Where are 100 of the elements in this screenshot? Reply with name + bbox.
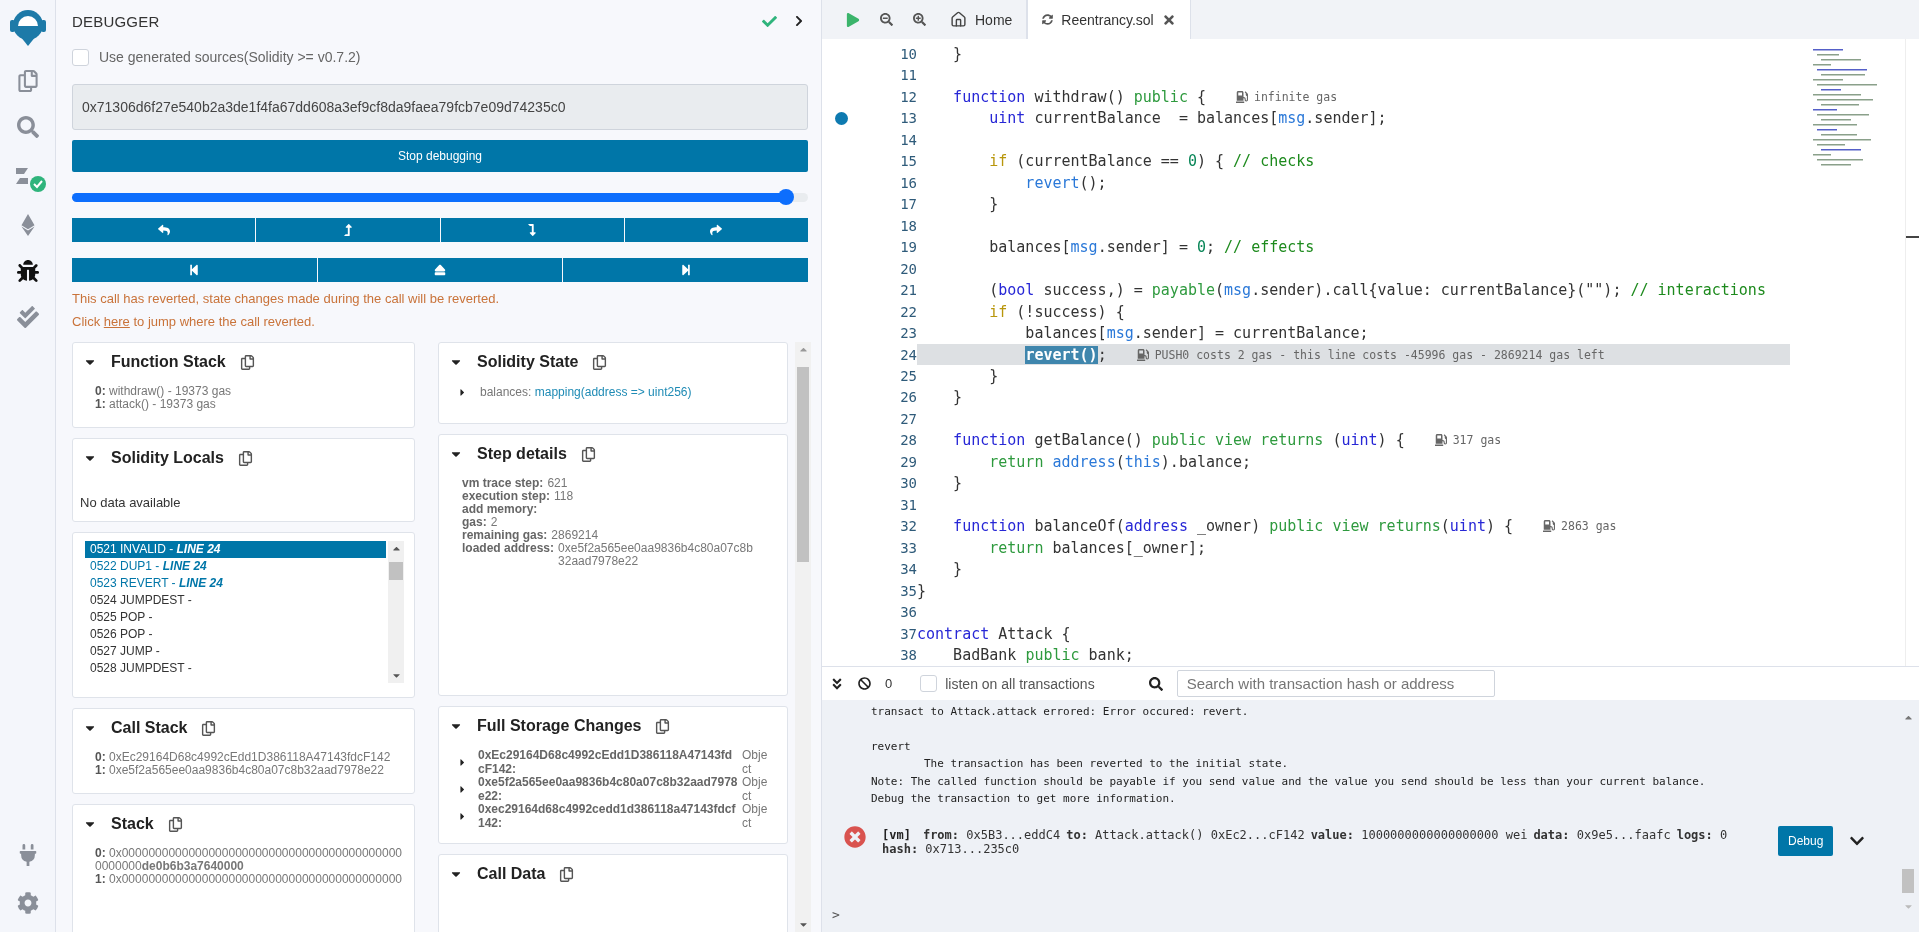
copy-icon[interactable] — [201, 720, 217, 736]
line-number: 38 — [899, 647, 917, 664]
debug-button[interactable]: Debug — [1778, 825, 1834, 856]
code-line: return balances[_owner]; — [988, 538, 1206, 557]
gas-pump-icon — [1236, 90, 1248, 103]
line-number: 35 — [899, 582, 917, 599]
copy-icon[interactable] — [592, 354, 608, 370]
settings-icon[interactable] — [16, 892, 39, 914]
step-into-icon — [526, 224, 539, 236]
transaction-field: to: Attack.attack() 0xEc2...cF142 — [1066, 827, 1305, 842]
line-number: 23 — [899, 325, 917, 342]
opcode-item[interactable]: 0522 DUP1 - LINE 24 — [85, 558, 386, 575]
copy-icon[interactable] — [559, 866, 575, 882]
check-icon — [762, 13, 777, 29]
log-line: The transaction has been reverted to the initial state. — [923, 756, 1289, 772]
line-number: 20 — [899, 260, 917, 277]
clear-icon[interactable] — [858, 677, 871, 690]
step-detail: vm trace step: 621 — [462, 477, 569, 490]
stack-entry: 0: withdraw() - 19373 gas — [94, 385, 233, 398]
transaction-field: from: 0x5B3...eddC4 — [922, 827, 1061, 842]
line-number: 30 — [899, 475, 917, 492]
code-line: } — [952, 44, 963, 63]
line-number: 18 — [899, 217, 917, 234]
copy-icon[interactable] — [239, 354, 255, 370]
opcode-item[interactable]: 0528 JUMPDEST - — [85, 660, 386, 677]
scroll-thumb[interactable] — [797, 367, 809, 562]
panel-title: Call Stack — [111, 719, 188, 737]
state-variable: balances: mapping(address => uint256) — [480, 385, 692, 399]
search-icon — [1148, 676, 1163, 691]
opcode-item[interactable]: 0524 JUMPDEST - — [85, 592, 386, 609]
stack-entry: 1: 0x000000000000000000000000000000000000000000 — [94, 873, 403, 886]
breakpoint-dot[interactable] — [835, 111, 848, 125]
line-number: 19 — [899, 239, 917, 256]
opcode-item[interactable]: 0525 POP - — [85, 609, 386, 626]
copy-icon[interactable] — [237, 450, 253, 466]
code-line: } — [917, 581, 927, 600]
home-icon — [950, 11, 967, 28]
stop-debugging-button[interactable]: Stop debugging — [72, 140, 808, 172]
code-line: balances[msg.sender] = 0; // effects — [988, 238, 1315, 257]
search-icon[interactable] — [16, 116, 39, 138]
bug-icon[interactable] — [16, 260, 39, 282]
double-check-icon[interactable] — [16, 306, 39, 328]
transaction-field: data: 0x9e5...faafc — [1533, 827, 1671, 842]
line-number: 21 — [899, 282, 917, 299]
step-detail: add memory: — [462, 503, 538, 516]
scroll-thumb[interactable] — [389, 562, 403, 580]
line-number: 10 — [899, 45, 917, 62]
code-line: revert(); — [1024, 345, 1107, 364]
network-tag: [vm] — [882, 827, 911, 842]
copy-icon[interactable] — [580, 446, 596, 462]
code-line: } — [952, 388, 963, 407]
stack-entry: 1: attack() - 19373 gas — [94, 398, 216, 411]
scroll-thumb[interactable] — [1902, 869, 1914, 893]
line-number: 29 — [899, 453, 917, 470]
panel-title: DEBUGGER — [72, 12, 160, 30]
copy-icon[interactable] — [167, 816, 183, 832]
line-number: 25 — [899, 368, 917, 384]
code-line: BadBank public bank; — [952, 646, 1134, 665]
panel-title: Solidity State — [477, 353, 579, 371]
gas-estimate: 317 gas — [1452, 433, 1502, 448]
chevron-right-icon[interactable] — [793, 15, 805, 27]
line-number: 12 — [899, 88, 917, 105]
panel-title: Full Storage Changes — [477, 717, 642, 735]
jump-next-icon — [679, 264, 692, 276]
search-field[interactable]: Search with transaction hash or address — [1176, 670, 1495, 697]
code-line: } — [988, 367, 999, 385]
error-message: This call has reverted, state changes made during the call will be reverted. — [72, 290, 501, 308]
step-detail: loaded address: 0xe5f2a565ee0aa9836b4c80a07c8b32aad7978e22 — [462, 542, 754, 568]
opcode-item[interactable]: 0527 JUMP - — [85, 643, 386, 660]
line-number: 31 — [899, 496, 917, 513]
files-icon[interactable] — [16, 70, 39, 92]
collapse-icon[interactable] — [830, 676, 844, 691]
zoom-out-icon[interactable] — [880, 13, 893, 26]
copy-icon[interactable] — [655, 718, 671, 734]
line-number: 16 — [899, 174, 917, 191]
code-line: return address(this).balance; — [988, 452, 1252, 471]
gas-estimate: PUSH0 costs 2 gas - this line costs -45996 gas - 2869214 gas left — [1154, 347, 1605, 362]
line-number: 15 — [899, 153, 917, 170]
panel-title: Solidity Locals — [111, 449, 224, 467]
opcode-item[interactable]: 0523 REVERT - LINE 24 — [85, 575, 386, 592]
checkbox[interactable] — [72, 48, 89, 66]
zoom-in-icon[interactable] — [913, 13, 926, 26]
check-badge-icon — [29, 176, 46, 192]
opcode-item[interactable]: 0521 INVALID - LINE 24 — [85, 541, 386, 558]
close-icon[interactable] — [1161, 12, 1176, 27]
transaction-hash-field[interactable]: 0x71306d6f27e540b2a3de1f4fa67dd608a3ef9cf8da9faea79fcb7e09d74235c0 — [72, 84, 808, 130]
code-line: function balanceOf(address _owner) public view returns(uint) { — [952, 517, 1514, 536]
code-line: contract Attack { — [917, 624, 1071, 643]
panel-title: Call Data — [477, 865, 546, 883]
gas-pump-icon — [1543, 520, 1556, 533]
code-line: function getBalance() public view returns (uint) { — [952, 431, 1405, 450]
editor-tab[interactable]: Reentrancy.sol — [1027, 0, 1191, 39]
step-detail: remaining gas: 2869214 — [462, 529, 600, 542]
command-prompt: > — [832, 907, 840, 922]
code-line: } — [952, 474, 963, 493]
opcode-item[interactable]: 0526 POP - — [85, 626, 386, 643]
checkbox[interactable] — [920, 675, 938, 692]
line-number: 36 — [899, 604, 917, 621]
gas-pump-icon — [1136, 348, 1149, 361]
code-line: } — [952, 560, 963, 579]
